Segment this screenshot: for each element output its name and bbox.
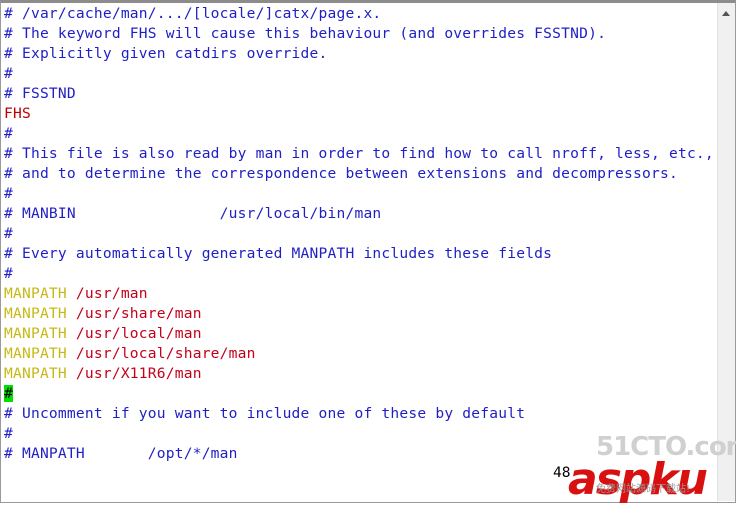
code-token-path: /usr/local/share/man — [66, 345, 256, 362]
editor-line[interactable]: # and to determine the correspondence be… — [4, 164, 716, 184]
code-token-comment: # MANBIN /usr/local/bin/man — [4, 205, 382, 222]
code-token-comment: # — [4, 225, 13, 242]
code-token-comment: # — [4, 65, 13, 82]
editor-line[interactable]: # — [4, 224, 716, 244]
editor-line[interactable]: FHS — [4, 104, 716, 124]
editor-line[interactable]: # Explicitly given catdirs override. — [4, 44, 716, 64]
code-token-path: /usr/share/man — [66, 305, 202, 322]
editor-line[interactable]: # — [4, 184, 716, 204]
code-token-keyword: FHS — [4, 105, 31, 122]
editor-line[interactable]: # Every automatically generated MANPATH … — [4, 244, 716, 264]
code-token-comment: # and to determine the correspondence be… — [4, 165, 678, 182]
text-cursor: # — [4, 385, 13, 402]
code-token-comment: # This file is also read by man in order… — [4, 145, 714, 162]
code-token-stmt: MANPATH — [4, 365, 67, 382]
code-token-path: /usr/X11R6/man — [66, 365, 202, 382]
code-token-comment: # FSSTND — [4, 85, 76, 102]
editor-line[interactable]: # The keyword FHS will cause this behavi… — [4, 24, 716, 44]
editor-line[interactable]: MANPATH /usr/local/share/man — [4, 344, 716, 364]
editor-line[interactable]: # — [4, 124, 716, 144]
code-token-comment: # — [4, 125, 13, 142]
editor-line[interactable]: MANPATH /usr/local/man — [4, 324, 716, 344]
code-token-comment: # MANPATH /opt/*/man — [4, 445, 238, 462]
text-editor-buffer[interactable]: # /var/cache/man/.../[locale/]catx/page.… — [4, 4, 716, 464]
editor-line[interactable]: MANPATH /usr/X11R6/man — [4, 364, 716, 384]
code-token-stmt: MANPATH — [4, 345, 67, 362]
code-token-path: /usr/man — [66, 285, 148, 302]
code-token-comment: # Every automatically generated MANPATH … — [4, 245, 553, 262]
code-token-comment: # The keyword FHS will cause this behavi… — [4, 25, 607, 42]
editor-line[interactable]: # FSSTND — [4, 84, 716, 104]
code-token-stmt: MANPATH — [4, 305, 67, 322]
editor-line[interactable]: MANPATH /usr/man — [4, 284, 716, 304]
editor-line[interactable]: # MANBIN /usr/local/bin/man — [4, 204, 716, 224]
editor-line[interactable]: # Uncomment if you want to include one o… — [4, 404, 716, 424]
editor-line[interactable]: # — [4, 264, 716, 284]
code-token-comment: # Uncomment if you want to include one o… — [4, 405, 526, 422]
code-token-comment: # — [4, 185, 13, 202]
code-token-comment: # — [4, 265, 13, 282]
code-token-path: /usr/local/man — [66, 325, 202, 342]
editor-line[interactable]: MANPATH /usr/share/man — [4, 304, 716, 324]
code-token-comment: # Explicitly given catdirs override. — [4, 45, 328, 62]
code-token-comment: # /var/cache/man/.../[locale/]catx/page.… — [4, 5, 382, 22]
editor-line[interactable]: # — [4, 64, 716, 84]
editor-line[interactable]: # — [4, 384, 716, 404]
code-token-stmt: MANPATH — [4, 325, 67, 342]
code-token-stmt: MANPATH — [4, 285, 67, 302]
editor-line[interactable]: # This file is also read by man in order… — [4, 144, 716, 164]
arrow-up-icon[interactable] — [722, 11, 730, 16]
code-token-comment: # — [4, 425, 13, 442]
watermark-tagline: 免费网站源码下载站! — [596, 484, 691, 495]
vertical-scrollbar[interactable] — [717, 3, 735, 501]
editor-line[interactable]: # /var/cache/man/.../[locale/]catx/page.… — [4, 4, 716, 24]
